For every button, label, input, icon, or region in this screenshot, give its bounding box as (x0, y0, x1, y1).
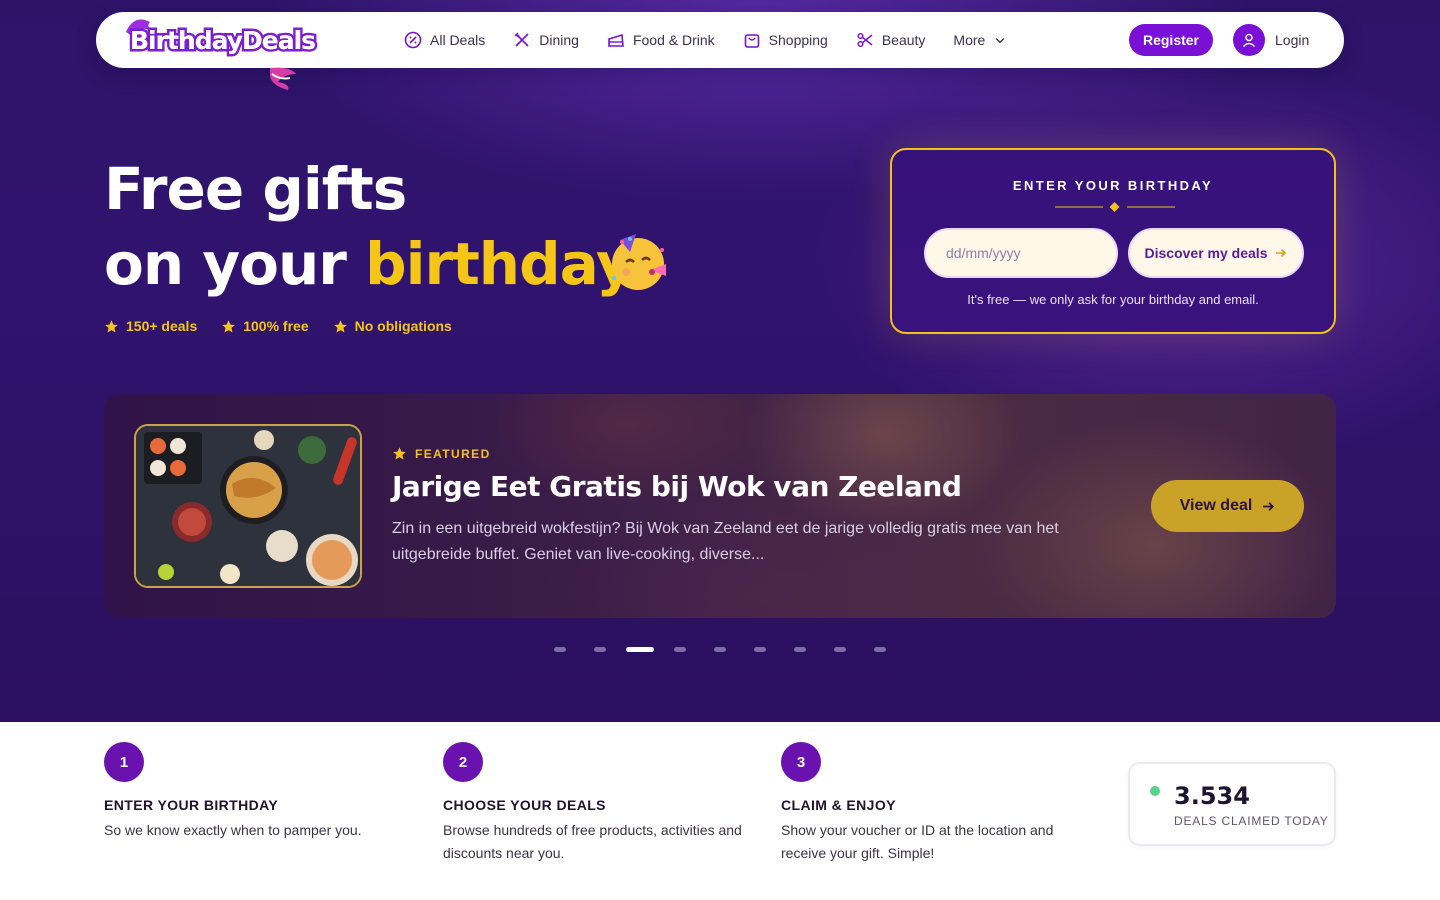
top-navbar: BirthdayDeals BirthdayDeals All Deals Di… (96, 12, 1344, 90)
nav-item-label: Shopping (768, 32, 828, 48)
birthday-form-note: It's free — we only ask for your birthda… (967, 292, 1259, 307)
perk-label: No obligations (354, 318, 452, 334)
step-number: 3 (781, 742, 821, 782)
birthday-form-title: ENTER YOUR BIRTHDAY (1012, 178, 1214, 193)
step-description: Browse hundreds of free products, activi… (443, 822, 742, 861)
hero-headline: Free gifts on your birthday (104, 152, 634, 302)
perk-label: 150+ deals (126, 318, 198, 334)
fork-knife-icon (514, 32, 529, 47)
scissors-icon (857, 32, 873, 48)
step-title: CLAIM & ENJOY (781, 797, 896, 813)
featured-deal-carousel[interactable]: FEATURED Jarige Eet Gratis bij Wok van Z… (104, 394, 1336, 618)
carousel-dot[interactable] (674, 647, 686, 652)
percent-badge-icon (404, 31, 422, 49)
shopping-bag-icon (744, 34, 759, 48)
nav-item-more[interactable]: More (953, 32, 1007, 48)
step-choose-deals: 2 CHOOSE YOUR DEALS Browse hundreds of f… (443, 742, 763, 865)
headline-line-1: Free gifts (104, 155, 407, 223)
step-enter-birthday: 1 ENTER YOUR BIRTHDAY So we know exactly… (104, 742, 424, 842)
nav-item-food-drink[interactable]: Food & Drink (607, 31, 715, 49)
step-claim-enjoy: 3 CLAIM & ENJOY Show your voucher or ID … (781, 742, 1101, 865)
carousel-dot[interactable] (626, 647, 654, 652)
deals-claimed-stat: 3.534 DEALS CLAIMED TODAY (1128, 762, 1336, 846)
star-icon (222, 319, 235, 332)
live-indicator-dot (1150, 786, 1160, 796)
carousel-dot[interactable] (714, 647, 726, 652)
step-number: 2 (443, 742, 483, 782)
step-description: Show your voucher or ID at the location … (781, 822, 1054, 861)
cake-slice-icon (608, 33, 624, 47)
hero-perks: 150+ deals 100% free No obligations (104, 318, 452, 334)
login-label: Login (1275, 32, 1310, 48)
view-deal-button[interactable]: View deal (1151, 480, 1304, 532)
star-icon (105, 319, 118, 332)
carousel-dot[interactable] (554, 647, 566, 652)
nav-item-dining[interactable]: Dining (513, 31, 579, 49)
view-deal-label: View deal (1179, 497, 1253, 514)
featured-tag-label: FEATURED (415, 446, 491, 461)
nav-item-label: Dining (539, 32, 579, 48)
login-link[interactable]: Login (1233, 24, 1309, 56)
headline-line-2: on your birthday (104, 227, 634, 302)
nav-item-label: More (953, 32, 986, 48)
register-button[interactable]: Register (1129, 24, 1213, 56)
hero-section: BirthdayDeals BirthdayDeals All Deals Di… (0, 0, 1440, 722)
logo-wordmark: BirthdayDeals (130, 26, 316, 55)
perk-item: 100% free (221, 318, 309, 334)
discover-deals-button[interactable]: Discover my deals (1128, 228, 1304, 278)
carousel-pagination (554, 647, 886, 652)
discover-deals-label: Discover my deals (1144, 245, 1268, 261)
headline-highlight: birthday (365, 230, 634, 298)
birthday-date-input[interactable] (924, 228, 1118, 278)
carousel-dot[interactable] (794, 647, 806, 652)
arrow-right-icon (1263, 501, 1275, 511)
step-description: So we know exactly when to pamper you. (104, 822, 362, 838)
arrow-right-icon (1276, 248, 1287, 258)
chevron-down-icon (995, 37, 1005, 44)
step-number: 1 (104, 742, 144, 782)
carousel-dot[interactable] (874, 647, 886, 652)
perk-item: 150+ deals (104, 318, 197, 334)
star-icon (393, 447, 406, 460)
step-title: CHOOSE YOUR DEALS (443, 797, 606, 813)
birthday-form-card: ENTER YOUR BIRTHDAY Discover my deals It… (890, 148, 1336, 334)
nav-item-all-deals[interactable]: All Deals (404, 31, 485, 49)
perk-item: No obligations (333, 318, 452, 334)
featured-deal-description: Zin in een uitgebreid wokfestijn? Bij Wo… (392, 520, 1059, 563)
star-icon (333, 319, 347, 332)
nav-item-beauty[interactable]: Beauty (856, 31, 926, 49)
featured-tag: FEATURED (392, 446, 491, 461)
featured-deal-title[interactable]: Jarige Eet Gratis bij Wok van Zeeland (392, 470, 962, 503)
deals-claimed-label: DEALS CLAIMED TODAY (1174, 814, 1329, 828)
nav-item-label: Food & Drink (632, 32, 715, 48)
step-title: ENTER YOUR BIRTHDAY (104, 797, 279, 813)
nav-item-shopping[interactable]: Shopping (743, 31, 828, 49)
nav-item-label: All Deals (430, 32, 486, 48)
deals-claimed-count: 3.534 (1174, 782, 1250, 810)
nav-item-label: Beauty (881, 32, 926, 48)
brand-logo[interactable]: BirthdayDeals BirthdayDeals (120, 16, 319, 94)
party-face-icon (612, 234, 666, 290)
headline-prefix: on your (104, 230, 366, 298)
carousel-dot[interactable] (834, 647, 846, 652)
perk-label: 100% free (243, 318, 309, 334)
carousel-dot[interactable] (754, 647, 766, 652)
diamond-divider-icon (1055, 202, 1175, 212)
carousel-dot[interactable] (594, 647, 606, 652)
user-icon (1233, 24, 1265, 56)
featured-deal-image[interactable] (134, 424, 362, 588)
nav-links: All Deals Dining Food & Drink Shopping B… (404, 12, 1007, 68)
